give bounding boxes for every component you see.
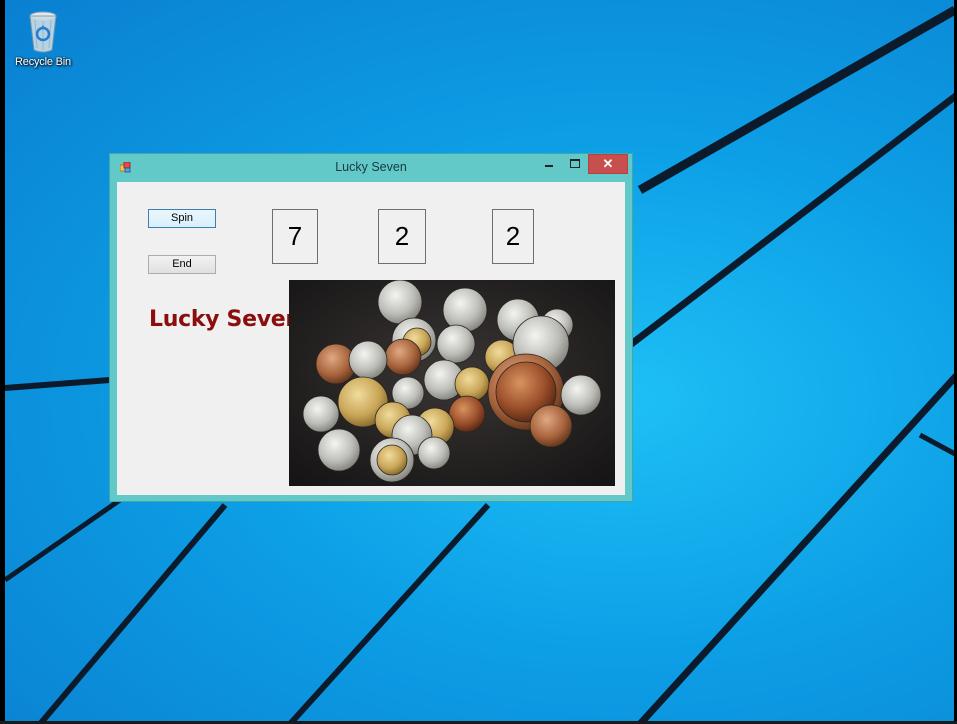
digit-label-2: 2	[378, 209, 426, 264]
lucky-seven-window: Lucky Seven ✕ Spin End 7 2 2 Lucky Seven	[109, 153, 633, 502]
maximize-icon	[570, 159, 580, 168]
close-icon: ✕	[602, 156, 614, 171]
minimize-icon	[545, 165, 553, 167]
desktop: Recycle Bin Lucky Seven ✕ Spin End 7 2 2…	[0, 0, 957, 724]
lucky-seven-label: Lucky Seven	[149, 307, 301, 332]
spin-button[interactable]: Spin	[148, 209, 216, 228]
digit-label-3: 2	[492, 209, 534, 264]
minimize-button[interactable]	[536, 154, 562, 174]
title-bar[interactable]: Lucky Seven ✕	[110, 154, 632, 181]
digit-label-1: 7	[272, 209, 318, 264]
desktop-icon-recycle-bin[interactable]: Recycle Bin	[10, 10, 76, 68]
recycle-bin-icon	[29, 11, 57, 53]
coins-picture	[289, 280, 615, 486]
maximize-button[interactable]	[562, 154, 588, 174]
end-button[interactable]: End	[148, 255, 216, 274]
desktop-icon-label: Recycle Bin	[15, 56, 71, 68]
screen-edge	[0, 0, 5, 724]
close-button[interactable]: ✕	[588, 154, 628, 174]
form-client-area: Spin End 7 2 2 Lucky Seven	[117, 182, 625, 495]
